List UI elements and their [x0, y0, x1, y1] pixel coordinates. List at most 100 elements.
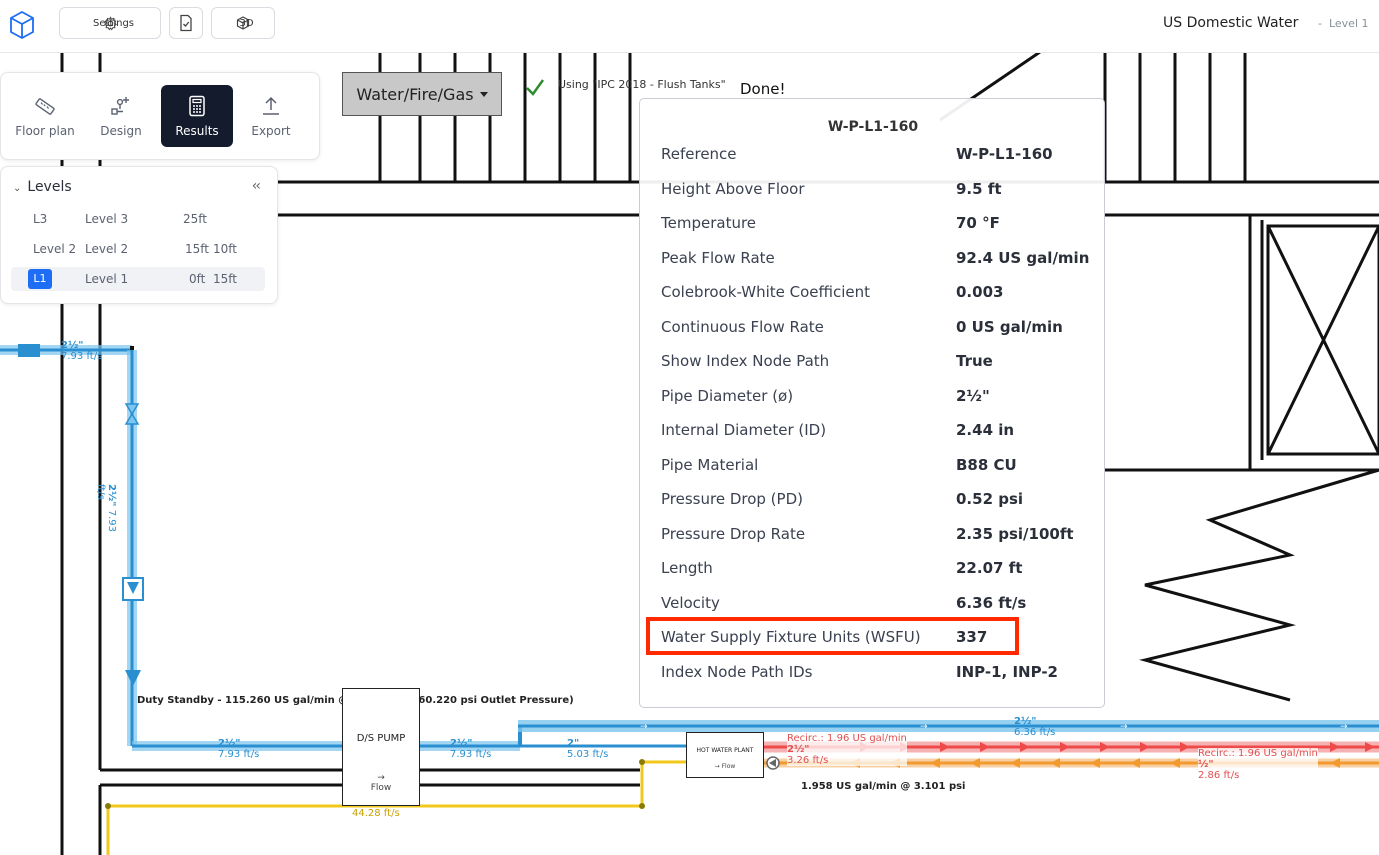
level-name: Level 2 — [85, 242, 129, 256]
level-row-l2[interactable]: Level 2 Level 2 15ft 10ft — [11, 237, 265, 261]
top-bar: Settings 3D US Domestic Water - Level 1 — [0, 0, 1379, 53]
property-value: 92.4 US gal/min — [956, 248, 1090, 267]
pipe-label-top-left: 2½" 7.93 ft/s — [61, 340, 103, 362]
level-elevation: 25ft — [183, 212, 207, 226]
property-row: Height Above Floor 9.5 ft — [661, 178, 1091, 202]
property-row: Pressure Drop Rate 2.35 psi/100ft — [661, 523, 1091, 547]
popup-title: W-P-L1-160 — [827, 119, 919, 135]
hot-water-plant-flow-label: → Flow — [714, 763, 736, 770]
property-value: W-P-L1-160 — [956, 145, 1053, 163]
levels-header[interactable]: ⌄ Levels — [13, 179, 72, 195]
view-3d-label: 3D — [239, 17, 254, 29]
mode-results-label: Results — [175, 124, 219, 138]
settings-button[interactable]: Settings — [59, 7, 161, 39]
pump-title: D/S PUMP — [356, 733, 406, 744]
level-height: 15ft — [213, 272, 237, 286]
svg-text:→: → — [640, 722, 648, 732]
collapse-panel-icon[interactable]: ‹‹ — [252, 178, 261, 194]
property-row: Pipe Material B88 CU — [661, 454, 1091, 478]
checkmark-icon — [526, 79, 545, 96]
calculation-check-button[interactable] — [169, 7, 203, 39]
mode-export-button[interactable]: Export — [235, 85, 307, 147]
level-abbr: Level 2 — [33, 242, 77, 256]
property-key: Continuous Flow Rate — [661, 317, 824, 336]
property-row: Internal Diameter (ID) 2.44 in — [661, 419, 1091, 443]
svg-text:→: → — [1340, 722, 1348, 732]
calculator-icon — [189, 95, 205, 117]
mode-results-button[interactable]: Results — [161, 85, 233, 147]
level-row-l1[interactable]: L1 Level 1 0ft 15ft — [11, 267, 265, 291]
duty-standby-pump[interactable]: D/S PUMP → Flow — [342, 688, 420, 806]
property-key: Height Above Floor — [661, 179, 805, 198]
property-row: Velocity 6.36 ft/s — [661, 592, 1091, 616]
property-row: Reference W-P-L1-160 — [661, 143, 1091, 167]
mode-design-label: Design — [100, 124, 142, 138]
property-key: Index Node Path IDs — [661, 662, 813, 681]
svg-text:→: → — [1120, 722, 1128, 732]
pipe-label-seg1: 2½" 7.93 ft/s — [218, 738, 260, 760]
property-key: Pipe Diameter (ø) — [661, 386, 794, 405]
property-row: Show Index Node Path True — [661, 350, 1091, 374]
levels-title: Levels — [27, 179, 72, 195]
return-flow-caption: 1.958 US gal/min @ 3.101 psi — [801, 781, 966, 792]
current-level-name: Level 1 — [1328, 17, 1369, 30]
property-key: Temperature — [661, 214, 757, 232]
property-value: 0.52 psi — [956, 490, 1024, 508]
property-key: Show Index Node Path — [661, 352, 830, 370]
settings-label: Settings — [92, 17, 134, 29]
mode-export-label: Export — [251, 124, 291, 138]
level-elevation: 15ft — [185, 242, 209, 256]
property-key: Pipe Material — [661, 455, 759, 474]
property-key: Pressure Drop (PD) — [661, 490, 803, 508]
level-elevation: 0ft — [189, 272, 206, 286]
property-value: 9.5 ft — [956, 179, 1002, 198]
pipe-label-top-run: 2½" 6.36 ft/s — [1014, 716, 1056, 738]
recirc-label-2: Recirc.: 1.96 US gal/min ½" 2.86 ft/s — [1198, 748, 1318, 781]
app-logo-cube-icon[interactable] — [8, 10, 36, 40]
pipe-label-seg2: 2½" 7.93 ft/s — [450, 738, 492, 760]
property-value: INP-1, INP-2 — [956, 662, 1058, 681]
current-level-title: - Level 1 — [1318, 17, 1369, 30]
property-key: Peak Flow Rate — [661, 248, 775, 267]
property-value: 2.35 psi/100ft — [956, 524, 1074, 543]
level-name: Level 3 — [85, 212, 129, 226]
calculation-status-text: Using "IPC 2018 - Flush Tanks" — [558, 78, 726, 91]
property-row: Peak Flow Rate 92.4 US gal/min — [661, 247, 1091, 271]
view-3d-button[interactable]: 3D — [211, 7, 275, 39]
level-abbr-badge: L1 — [28, 269, 52, 289]
chevron-down-icon: ⌄ — [13, 183, 22, 194]
property-key: Internal Diameter (ID) — [661, 421, 827, 439]
caret-down-icon — [479, 91, 488, 97]
system-title: US Domestic Water — [1163, 15, 1299, 31]
property-value: 0.003 — [956, 283, 1004, 301]
property-key: Colebrook-White Coefficient — [661, 283, 871, 301]
level-name: Level 1 — [85, 272, 129, 286]
mode-floor-plan-button[interactable]: Floor plan — [9, 85, 81, 147]
property-value: 0 US gal/min — [956, 317, 1063, 336]
level-row-l3[interactable]: L3 Level 3 25ft — [11, 207, 265, 231]
pipe-label-vertical: 2½" 7.93 ft/s — [95, 484, 117, 532]
system-type-dropdown[interactable]: Water/Fire/Gas — [342, 72, 502, 116]
property-key: Velocity — [661, 593, 720, 612]
property-row: Temperature 70 °F — [661, 212, 1091, 236]
property-row: Index Node Path IDs INP-1, INP-2 — [661, 661, 1091, 685]
hot-water-plant[interactable]: HOT WATER PLANT → Flow — [686, 732, 764, 778]
property-value: True — [956, 352, 993, 370]
property-value: 70 °F — [956, 214, 1000, 232]
hot-water-plant-title: HOT WATER PLANT — [696, 747, 754, 754]
property-value: B88 CU — [956, 455, 1017, 474]
property-value: 2½" — [956, 386, 990, 405]
property-row: Length 22.07 ft — [661, 557, 1091, 581]
recirc-label-1: Recirc.: 1.96 US gal/min 2½" 3.26 ft/s — [787, 733, 907, 766]
property-value: 6.36 ft/s — [956, 593, 1027, 612]
mode-floor-plan-label: Floor plan — [15, 124, 75, 138]
property-value: 2.44 in — [956, 421, 1015, 439]
wsfu-highlight-box — [646, 617, 1019, 655]
property-row: Pressure Drop (PD) 0.52 psi — [661, 488, 1091, 512]
property-row: Colebrook-White Coefficient 0.003 — [661, 281, 1091, 305]
mode-design-button[interactable]: Design — [85, 85, 157, 147]
calculation-done-text: Done! — [740, 80, 786, 98]
pipe-label-seg3: 2" 5.03 ft/s — [567, 738, 609, 760]
document-check-icon — [180, 14, 192, 32]
level-height: 10ft — [213, 242, 237, 256]
